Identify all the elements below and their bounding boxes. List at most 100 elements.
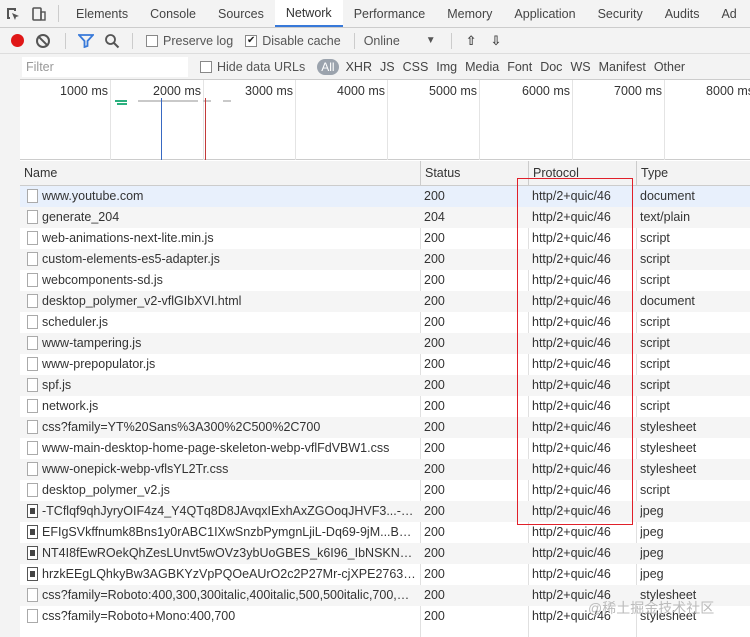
- table-row[interactable]: spf.js 200 http/2+quic/46 script: [20, 375, 750, 396]
- column-header-name[interactable]: Name: [20, 161, 420, 186]
- column-header-type[interactable]: Type: [636, 161, 750, 186]
- request-status: 200: [424, 315, 445, 329]
- request-name: scheduler.js: [42, 315, 109, 329]
- table-row[interactable]: scheduler.js 200 http/2+quic/46 script: [20, 312, 750, 333]
- request-type: script: [640, 357, 670, 371]
- table-row[interactable]: www-tampering.js 200 http/2+quic/46 script: [20, 333, 750, 354]
- overview-gridline: [295, 80, 296, 160]
- table-row[interactable]: hrzkEEgLQhkyBw3AGBKYzVpPQOeAUrO2c2P27Mr-…: [20, 564, 750, 585]
- table-row[interactable]: webcomponents-sd.js 200 http/2+quic/46 scri…: [20, 270, 750, 291]
- request-name: web-animations-next-lite.min.js: [42, 231, 214, 245]
- preserve-log-checkbox[interactable]: [146, 34, 158, 47]
- tab-audits[interactable]: Audits: [654, 0, 711, 27]
- filter-type-img[interactable]: Img: [436, 60, 457, 74]
- request-status: 200: [424, 462, 445, 476]
- filter-input[interactable]: [22, 56, 188, 77]
- column-header-status[interactable]: Status: [420, 161, 528, 186]
- request-name: network.js: [42, 399, 99, 413]
- document-file-icon: [27, 210, 38, 224]
- clear-icon[interactable]: [36, 33, 50, 48]
- filter-type-other[interactable]: Other: [654, 60, 685, 74]
- table-row[interactable]: EFIgSVkffnumk8Bns1y0rABC1IXwSnzbPymgnLji…: [20, 522, 750, 543]
- throttling-select[interactable]: Online: [364, 34, 426, 48]
- request-status: 200: [424, 525, 445, 539]
- overview-gridline: [572, 80, 573, 160]
- overview-gridline: [203, 80, 204, 160]
- filter-type-all[interactable]: All: [317, 58, 339, 75]
- overview-gridline: [387, 80, 388, 160]
- document-file-icon: [27, 189, 38, 203]
- table-row[interactable]: network.js 200 http/2+quic/46 script: [20, 396, 750, 417]
- overview-gridline: [664, 80, 665, 160]
- document-file-icon: [27, 315, 38, 329]
- request-name: www-prepopulator.js: [42, 357, 156, 371]
- filter-type-font[interactable]: Font: [507, 60, 532, 74]
- filter-type-xhr[interactable]: XHR: [346, 60, 372, 74]
- document-file-icon: [27, 357, 38, 371]
- filter-type-ws[interactable]: WS: [570, 60, 590, 74]
- tab-security[interactable]: Security: [587, 0, 654, 27]
- device-toolbar-icon[interactable]: [26, 0, 52, 27]
- hide-data-urls-checkbox[interactable]: [200, 60, 212, 73]
- table-row[interactable]: desktop_polymer_v2-vflGIbXVI.html 200 http…: [20, 291, 750, 312]
- table-row[interactable]: css?family=YT%20Sans%3A300%2C500%2C700 20…: [20, 417, 750, 438]
- toolbar-separator: [450, 32, 452, 49]
- table-row[interactable]: web-animations-next-lite.min.js 200 http/2…: [20, 228, 750, 249]
- filter-type-manifest[interactable]: Manifest: [599, 60, 646, 74]
- document-file-icon: [27, 462, 38, 476]
- disable-cache-checkbox[interactable]: ✔: [245, 34, 258, 47]
- requests-table-header: Name Status Protocol Type: [20, 161, 750, 186]
- request-rows: www.youtube.com 200 http/2+quic/46 document…: [20, 186, 750, 627]
- table-row[interactable]: NT4I8fEwROekQhZesLUnvt5wOVz3ybUoGBES_k6I…: [20, 543, 750, 564]
- request-status: 200: [424, 399, 445, 413]
- table-row[interactable]: www.youtube.com 200 http/2+quic/46 document: [20, 186, 750, 207]
- filter-type-doc[interactable]: Doc: [540, 60, 562, 74]
- overview-tick-label: 5000 ms: [429, 84, 477, 98]
- request-type: script: [640, 315, 670, 329]
- import-har-icon[interactable]: ⇧: [466, 33, 477, 49]
- overview-tick-label: 2000 ms: [153, 84, 201, 98]
- table-row[interactable]: www-prepopulator.js 200 http/2+quic/46 scri…: [20, 354, 750, 375]
- overview-gridline: [479, 80, 480, 160]
- request-status: 200: [424, 546, 445, 560]
- table-row[interactable]: www-onepick-webp-vflsYL2Tr.css 200 http/2+…: [20, 459, 750, 480]
- document-file-icon: [27, 252, 38, 266]
- filter-type-media[interactable]: Media: [465, 60, 499, 74]
- tab-performance[interactable]: Performance: [343, 0, 437, 27]
- left-gutter: [0, 54, 20, 637]
- tab-memory[interactable]: Memory: [436, 0, 503, 27]
- request-status: 200: [424, 609, 445, 623]
- toolbar-separator: [65, 32, 66, 49]
- record-button[interactable]: [11, 34, 24, 47]
- search-icon[interactable]: [104, 33, 120, 49]
- inspect-element-icon[interactable]: [0, 0, 26, 27]
- filter-icon[interactable]: [78, 33, 94, 48]
- requests-table-body: www.youtube.com 200 http/2+quic/46 document…: [20, 186, 750, 637]
- request-type: document: [640, 294, 695, 308]
- tab-console[interactable]: Console: [139, 0, 207, 27]
- tab-adblock[interactable]: Ad: [710, 0, 747, 27]
- table-row[interactable]: www-main-desktop-home-page-skeleton-webp…: [20, 438, 750, 459]
- tab-application[interactable]: Application: [503, 0, 586, 27]
- export-har-icon[interactable]: ⇩: [491, 33, 502, 49]
- network-overview[interactable]: 1000 ms 2000 ms 3000 ms 4000 ms 5000 ms …: [20, 80, 750, 160]
- request-type: script: [640, 483, 670, 497]
- overview-request-bar: [117, 103, 127, 105]
- tab-network[interactable]: Network: [274, 0, 343, 27]
- tab-sources[interactable]: Sources: [207, 0, 275, 27]
- request-type: jpeg: [640, 525, 664, 539]
- chevron-down-icon[interactable]: ▼: [426, 35, 436, 46]
- request-status: 200: [424, 420, 445, 434]
- request-status: 200: [424, 504, 445, 518]
- request-status: 204: [424, 210, 445, 224]
- dom-content-loaded-marker: [161, 98, 162, 160]
- table-row[interactable]: desktop_polymer_v2.js 200 http/2+quic/46 sc…: [20, 480, 750, 501]
- filter-type-js[interactable]: JS: [380, 60, 395, 74]
- filter-type-css[interactable]: CSS: [403, 60, 429, 74]
- tab-elements[interactable]: Elements: [65, 0, 139, 27]
- table-row[interactable]: -TCflqf9qhJyryOIF4z4_Y4QTq8D8JAvqxIExhAx…: [20, 501, 750, 522]
- request-type: script: [640, 399, 670, 413]
- table-row[interactable]: custom-elements-es5-adapter.js 200 http/2+…: [20, 249, 750, 270]
- request-name: www-tampering.js: [42, 336, 142, 350]
- table-row[interactable]: generate_204 204 http/2+quic/46 text/plain: [20, 207, 750, 228]
